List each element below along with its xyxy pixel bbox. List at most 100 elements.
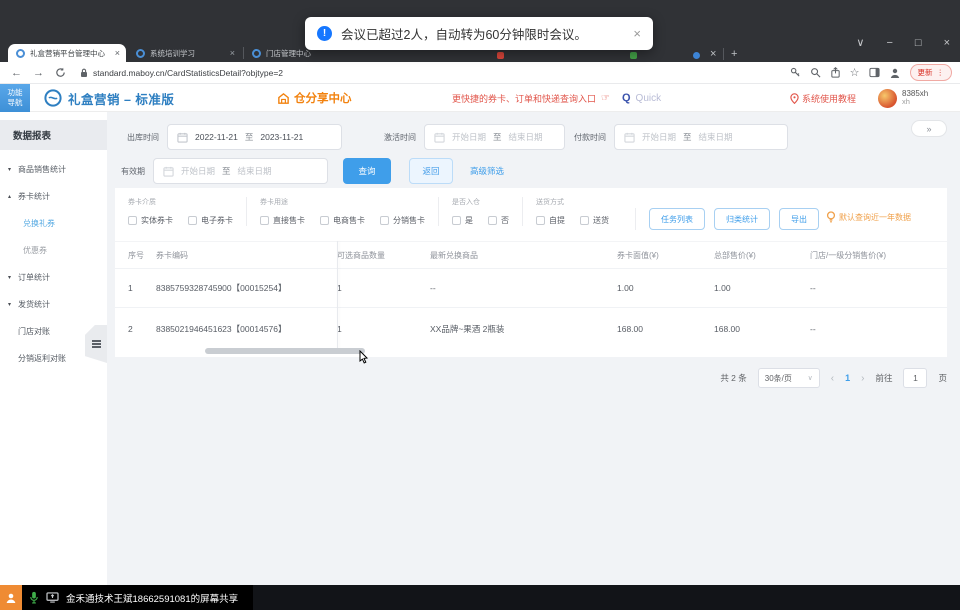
- system-tutorial-link[interactable]: 系统使用教程: [790, 84, 856, 112]
- sidebar-item-order-stats[interactable]: ▾ 订单统计: [0, 264, 107, 291]
- goto-label: 前往: [875, 373, 893, 383]
- cell-index: 1: [128, 283, 133, 293]
- task-list-button[interactable]: 任务列表: [649, 208, 705, 230]
- share-icon[interactable]: [830, 67, 841, 78]
- activate-date-range-input[interactable]: 开始日期 至 结束日期: [424, 124, 565, 150]
- checkbox-icon[interactable]: [380, 216, 389, 225]
- side-panel-icon[interactable]: [868, 67, 880, 78]
- validity-date-range-input[interactable]: 开始日期 至 结束日期: [153, 158, 328, 184]
- url-area[interactable]: standard.maboy.cn/CardStatisticsDetail?o…: [80, 68, 283, 78]
- tip-text: 默认查询近一年数据: [839, 212, 911, 222]
- checkbox-label: 是: [465, 216, 473, 225]
- quick-search-q-icon[interactable]: Q: [622, 92, 631, 104]
- page-size-select[interactable]: 30条/页 ∨: [757, 368, 820, 388]
- checkbox-distribution-sale[interactable]: 分销售卡: [380, 215, 425, 226]
- chrome-update-button[interactable]: 更新 ⋮: [909, 64, 952, 81]
- bookmark-star-icon[interactable]: ☆: [850, 66, 860, 79]
- user-account[interactable]: 8385xh xh: [878, 84, 928, 112]
- new-tab-button[interactable]: +: [731, 48, 737, 60]
- goto-page-input[interactable]: [903, 368, 928, 388]
- col-header-store-price: 门店/一级分销售价(¥): [810, 250, 886, 260]
- sidebar-item-shipping-stats[interactable]: ▾ 发货统计: [0, 291, 107, 318]
- calendar-icon: [434, 132, 445, 143]
- current-page[interactable]: 1: [845, 373, 850, 383]
- advanced-filter-link[interactable]: 高级筛选: [470, 165, 504, 177]
- address-bar: ← → standard.maboy.cn/CardStatisticsDeta…: [0, 62, 960, 84]
- end-date-placeholder: 结束日期: [698, 132, 733, 142]
- warehouse-icon: [278, 92, 289, 104]
- checkbox-delivery[interactable]: 送货: [580, 215, 609, 226]
- checkbox-icon[interactable]: [536, 216, 545, 225]
- zoom-icon[interactable]: [810, 67, 821, 78]
- checkbox-icon[interactable]: [188, 216, 197, 225]
- checkbox-icon[interactable]: [320, 216, 329, 225]
- col-header-hq-price: 总部售价(¥): [714, 250, 756, 260]
- tab-label: 系统培训学习: [150, 48, 195, 58]
- checkbox-direct-sale[interactable]: 直接售卡: [260, 215, 305, 226]
- sidebar-item-redeem-coupon[interactable]: 兑换礼券: [0, 210, 107, 237]
- tab-label: 礼盒营销平台管理中心: [30, 48, 105, 58]
- more-menu-icon[interactable]: ⋮: [937, 68, 945, 77]
- calendar-icon: [177, 132, 188, 143]
- export-button[interactable]: 导出: [779, 208, 819, 230]
- query-button[interactable]: 查询: [343, 158, 391, 184]
- horizontal-scrollbar[interactable]: [205, 348, 365, 354]
- back-icon[interactable]: ←: [11, 67, 22, 79]
- toast-close-icon[interactable]: ×: [633, 26, 641, 41]
- col-header-index: 序号: [128, 250, 144, 260]
- checkbox-icon[interactable]: [260, 216, 269, 225]
- function-nav-button[interactable]: 功能 导航: [0, 84, 30, 112]
- quick-search-placeholder[interactable]: Quick: [636, 93, 662, 104]
- checkbox-label: 分销售卡: [393, 216, 425, 225]
- tab-close-icon[interactable]: ×: [115, 48, 120, 58]
- sidebar-item-card-stats[interactable]: ▴ 券卡统计: [0, 183, 107, 210]
- pay-date-range-input[interactable]: 开始日期 至 结束日期: [614, 124, 788, 150]
- start-date-placeholder: 开始日期: [452, 132, 487, 142]
- nav-toggle-label: 导航: [7, 98, 23, 107]
- key-icon[interactable]: [790, 67, 801, 78]
- cell-index: 2: [128, 323, 133, 334]
- reload-icon[interactable]: [55, 67, 66, 78]
- checkbox-electronic-card[interactable]: 电子券卡: [188, 215, 233, 226]
- next-page-icon[interactable]: ›: [861, 373, 864, 384]
- checkbox-icon[interactable]: [580, 216, 589, 225]
- profile-icon[interactable]: [889, 67, 901, 79]
- checkbox-yes[interactable]: 是: [452, 215, 473, 226]
- sidebar-item-product-sales[interactable]: ▾ 商品销售统计: [0, 156, 107, 183]
- table-row[interactable]: 1 8385759328745900【00015254】 1 -- 1.00 1…: [115, 268, 947, 307]
- cell-hq-price: 1.00: [714, 283, 731, 293]
- screen-share-pill: 金禾通技术王斌18662591081的屏幕共享: [0, 585, 254, 610]
- participant-icon[interactable]: [0, 585, 22, 610]
- checkbox-ecommerce-sale[interactable]: 电商售卡: [320, 215, 365, 226]
- tab-close-icon[interactable]: ×: [230, 48, 235, 58]
- filter-group-title: 是否入仓: [452, 199, 480, 206]
- outbound-date-range-input[interactable]: 2022-11-21 至 2023-11-21: [167, 124, 342, 150]
- quick-entry-text[interactable]: 更快捷的券卡、订单和快递查询入口: [452, 92, 596, 105]
- sidebar-item-discount-coupon[interactable]: 优惠券: [0, 237, 107, 264]
- cell-product-count: 1: [337, 323, 342, 334]
- checkbox-physical-card[interactable]: 实体券卡: [128, 215, 173, 226]
- to-label: 至: [683, 132, 692, 142]
- checkbox-icon[interactable]: [128, 216, 137, 225]
- sidebar-item-label: 商品销售统计: [18, 165, 66, 174]
- back-button[interactable]: 返回: [409, 158, 453, 184]
- checkbox-no[interactable]: 否: [488, 215, 509, 226]
- validity-label: 有效期: [121, 166, 145, 176]
- tab-gift-marketing[interactable]: 礼盒营销平台管理中心 ×: [8, 44, 126, 62]
- panel-collapse-button[interactable]: »: [911, 120, 947, 137]
- checkbox-self-pickup[interactable]: 自提: [536, 215, 565, 226]
- prev-page-icon[interactable]: ‹: [831, 373, 834, 384]
- fixed-column-divider: [337, 241, 338, 349]
- warehouse-share-center-link[interactable]: 仓分享中心: [277, 84, 352, 112]
- forward-icon[interactable]: →: [33, 67, 44, 79]
- filter-group-in-warehouse: 是否入仓 是 否: [438, 197, 522, 226]
- checkbox-icon[interactable]: [452, 216, 461, 225]
- tab-favicon-partial: [497, 52, 504, 59]
- microphone-icon[interactable]: [29, 591, 39, 604]
- tab-close-icon[interactable]: ×: [710, 48, 716, 60]
- tab-training[interactable]: 系统培训学习 ×: [128, 44, 241, 62]
- checkbox-icon[interactable]: [488, 216, 497, 225]
- table-row[interactable]: 2 8385021946451623【00014576】 1 XX品牌~果酒 2…: [115, 307, 947, 349]
- classify-stats-button[interactable]: 归类统计: [714, 208, 770, 230]
- screen-share-icon[interactable]: [46, 592, 59, 603]
